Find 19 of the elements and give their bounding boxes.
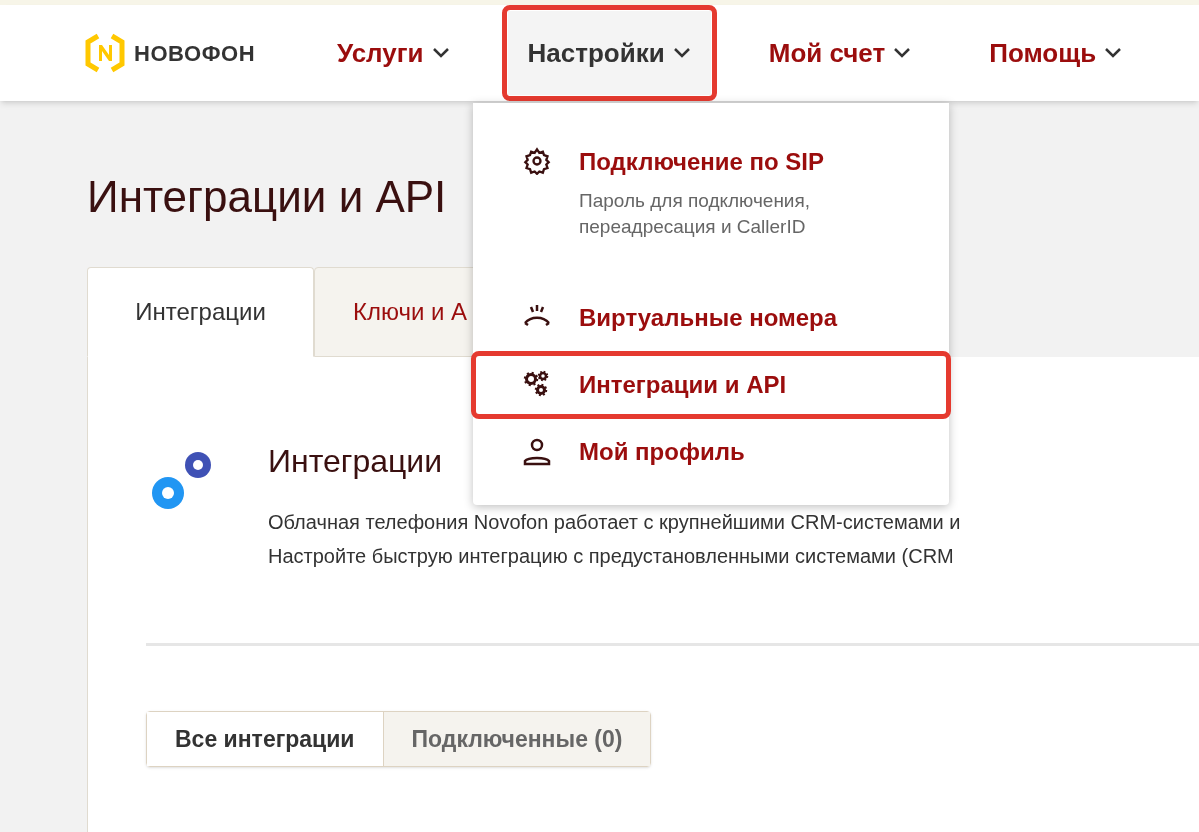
chevron-down-icon <box>431 47 450 59</box>
chevron-down-icon <box>1104 47 1123 59</box>
dropdown-item[interactable]: Интеграции и API <box>476 356 946 414</box>
description-text: Настройте быструю интеграцию с предустановленными системами (CRM <box>268 544 955 569</box>
phone-ringing-icon <box>522 303 552 327</box>
nav-menu-item[interactable]: Настройки <box>507 11 711 95</box>
filter-tab[interactable]: Подключенные (0) <box>382 712 651 766</box>
filter-tab[interactable]: Все интеграции <box>147 712 383 766</box>
gear-icon <box>523 147 551 175</box>
chevron-down-icon <box>672 47 691 59</box>
tab[interactable]: Интеграции <box>87 267 314 357</box>
dropdown-item[interactable]: Мой профиль <box>476 424 946 480</box>
logo-icon <box>84 32 126 74</box>
description-text: Облачная телефония Novofon работает с крупнейшими CRM-системами и <box>268 510 961 535</box>
logo-text: НОВОФОН <box>134 39 256 68</box>
chevron-down-icon <box>893 47 912 59</box>
user-icon <box>522 437 552 467</box>
section-title: Интеграции <box>268 442 443 481</box>
page-title: Интеграции и API <box>87 175 447 219</box>
